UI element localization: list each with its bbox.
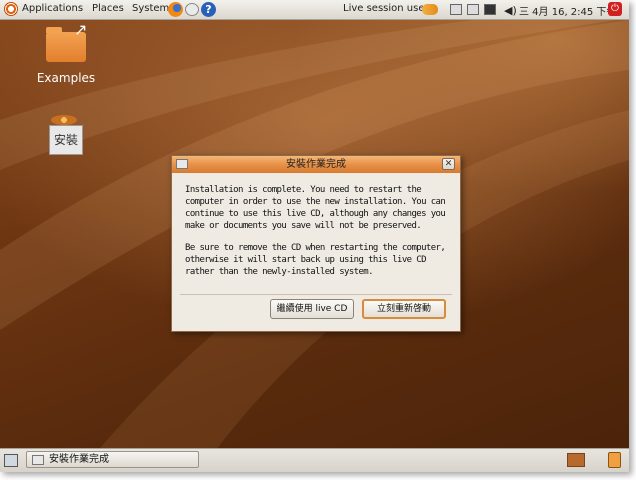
top-panel: Applications Places System ? Live sessio… [0,0,629,20]
taskbar-window-label: 安裝作業完成 [49,454,109,465]
dialog-titlebar[interactable]: 安裝作業完成 ✕ [172,156,460,173]
folder-icon: ↗ [46,20,87,62]
restart-now-button[interactable]: 立刻重新啓動 [362,299,446,319]
bottom-panel: 安裝作業完成 [0,448,629,472]
desktop-icon-install[interactable]: 安裝 [46,113,86,157]
ubuntu-logo-icon[interactable] [4,2,18,16]
menu-places[interactable]: Places [92,3,124,14]
install-icon: 安裝 [49,113,83,157]
dialog-paragraph-1: Installation is complete. You need to re… [185,185,446,231]
trash-icon[interactable] [608,452,621,468]
desktop-icon-label: Examples [36,71,96,85]
install-icon-label: 安裝 [49,125,83,155]
taskbar-window-button[interactable]: 安裝作業完成 [26,451,199,468]
desktop-icon-examples[interactable]: ↗ Examples [34,20,98,85]
session-user-label[interactable]: Live session user [343,3,429,14]
clock[interactable]: 三 4月 16, 2:45 下午 [519,3,616,18]
dialog-separator [180,294,452,295]
menu-applications[interactable]: Applications [22,3,83,14]
show-desktop-icon[interactable] [4,454,18,467]
network-icon[interactable] [422,4,438,15]
monitor-icon[interactable] [484,4,496,15]
firefox-icon[interactable] [168,2,183,17]
continue-live-cd-button[interactable]: 繼續使用 live CD [270,299,354,319]
close-button[interactable]: ✕ [442,158,455,170]
drive-icon[interactable] [467,4,479,15]
installer-icon [32,455,44,465]
dialog-paragraph-2: Be sure to remove the CD when restarting… [185,243,446,277]
dialog-message: Installation is complete. You need to re… [185,184,449,288]
desktop-screen: Applications Places System ? Live sessio… [0,0,629,472]
power-icon[interactable]: ⏻ [608,2,622,16]
installer-icon [176,159,188,169]
menu-system[interactable]: System [132,3,169,14]
volume-icon[interactable]: ◀) [504,4,517,17]
printer-icon[interactable] [450,4,462,15]
dialog-title: 安裝作業完成 [286,159,346,170]
install-complete-dialog: 安裝作業完成 ✕ Installation is complete. You n… [171,155,461,332]
workspace-switcher-icon[interactable] [567,453,585,467]
mail-icon[interactable] [185,3,199,16]
help-icon[interactable]: ? [201,2,216,17]
